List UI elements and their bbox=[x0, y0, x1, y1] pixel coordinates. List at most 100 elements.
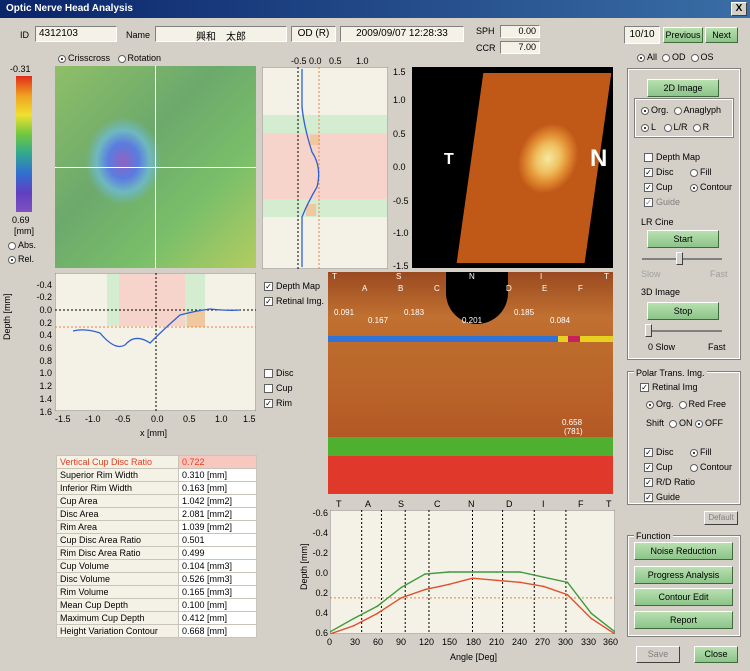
noise-reduction-button[interactable]: Noise Reduction bbox=[634, 542, 733, 560]
depth-map-checkbox[interactable]: ✓ bbox=[264, 282, 273, 292]
series-point bbox=[376, 605, 379, 607]
anaglyph-radio[interactable] bbox=[673, 106, 682, 115]
datetime-field: 2009/09/07 12:28:33 bbox=[340, 26, 464, 42]
3d-fast-label: Fast bbox=[708, 342, 726, 352]
polar-fill-label: Fill bbox=[700, 447, 712, 457]
depth-map-2d-checkbox[interactable] bbox=[644, 153, 653, 163]
series-point bbox=[400, 597, 403, 599]
fill-2d-radio[interactable] bbox=[690, 168, 698, 177]
series-point bbox=[590, 617, 593, 620]
colorbar-top-label: -0.31 bbox=[10, 64, 31, 74]
sph-label: SPH bbox=[476, 26, 495, 36]
measurement-row: Disc Volume 0.526 [mm3] bbox=[56, 572, 257, 586]
guide-2d-checkbox[interactable]: ✓ bbox=[644, 198, 653, 208]
filter-od-radio[interactable] bbox=[662, 53, 671, 62]
polar-chart-xticks: 0 30 60 90 120 150 180 210 240 270 300 3… bbox=[327, 637, 619, 647]
measurement-value: 1.042 [mm2] bbox=[178, 494, 257, 508]
filter-os-radio[interactable] bbox=[690, 53, 699, 62]
rel-radio[interactable] bbox=[8, 255, 16, 264]
series-point bbox=[424, 588, 426, 591]
disc-2d-checkbox[interactable]: ✓ bbox=[644, 168, 653, 178]
measurement-name: Height Variation Contour bbox=[56, 624, 179, 638]
series-point bbox=[352, 617, 355, 620]
polar-chart-xlabel: Angle [Deg] bbox=[450, 652, 498, 662]
window-close-button[interactable]: X bbox=[731, 2, 747, 16]
close-button[interactable]: Close bbox=[694, 646, 738, 663]
polar-right-value: 0.658 bbox=[562, 418, 583, 427]
depth-map-2d-label: Depth Map bbox=[656, 152, 701, 162]
guide-label: Guide bbox=[656, 492, 681, 502]
measurement-name: Superior Rim Width bbox=[56, 468, 179, 482]
filter-row: All OD OS bbox=[637, 52, 714, 62]
default-button[interactable]: Default bbox=[704, 511, 738, 525]
rd-ratio-checkbox[interactable]: ✓ bbox=[644, 478, 653, 488]
optic-disc-3d-image[interactable]: T N bbox=[412, 67, 613, 268]
polar-retinal-checkbox[interactable]: ✓ bbox=[640, 383, 649, 393]
disc-check-label: Disc bbox=[276, 368, 294, 378]
crisscross-radio[interactable] bbox=[58, 54, 66, 63]
polar-ratio-3: 0.183 bbox=[404, 308, 425, 317]
filter-all-label: All bbox=[647, 52, 658, 62]
view-mode-row: Crisscross Rotation bbox=[58, 53, 161, 63]
series-point bbox=[424, 573, 426, 575]
cup-checkbox[interactable] bbox=[264, 384, 273, 394]
shift-on-label: ON bbox=[679, 418, 693, 428]
polar-contour-radio[interactable] bbox=[690, 463, 698, 472]
org-radio[interactable] bbox=[641, 106, 649, 115]
progress-analysis-button[interactable]: Progress Analysis bbox=[634, 566, 733, 584]
l-radio[interactable] bbox=[641, 123, 649, 132]
series-point bbox=[447, 583, 450, 586]
contour-edit-button[interactable]: Contour Edit bbox=[634, 588, 733, 606]
crosshair-horizontal[interactable] bbox=[55, 167, 256, 168]
measurement-name: Rim Disc Area Ratio bbox=[56, 546, 179, 560]
save-button[interactable]: Save bbox=[636, 646, 680, 663]
depth-colorbar bbox=[16, 76, 32, 212]
2d-image-button[interactable]: 2D Image bbox=[647, 79, 719, 97]
r-radio[interactable] bbox=[692, 123, 701, 132]
previous-button[interactable]: Previous bbox=[663, 27, 703, 43]
rotation-radio[interactable] bbox=[117, 54, 126, 63]
series-point bbox=[471, 571, 474, 573]
polar-contour-label: Contour bbox=[700, 462, 733, 472]
cup-2d-checkbox[interactable]: ✓ bbox=[644, 183, 653, 193]
3d-image-label: 3D Image bbox=[641, 287, 681, 297]
measurement-value: 1.039 [mm2] bbox=[178, 520, 257, 534]
shift-on-radio[interactable] bbox=[669, 419, 678, 428]
polar-fill-radio[interactable] bbox=[690, 448, 698, 457]
polar-cup-checkbox[interactable]: ✓ bbox=[644, 463, 653, 473]
measurement-row: Vertical Cup Disc Ratio 0.722 bbox=[56, 455, 257, 469]
polar-transform-image[interactable]: T A S B C N D I E F T 0.091 0.167 0.183 … bbox=[328, 272, 613, 494]
polar-ratio-4: 0.201 bbox=[462, 316, 483, 325]
name-label: Name bbox=[126, 30, 151, 40]
next-button[interactable]: Next bbox=[705, 27, 738, 43]
3d-speed-slider-track[interactable] bbox=[646, 330, 722, 332]
fundus-depth-map[interactable] bbox=[55, 66, 256, 268]
disc-checkbox[interactable] bbox=[264, 369, 273, 379]
report-button[interactable]: Report bbox=[634, 611, 733, 629]
ccr-label: CCR bbox=[476, 43, 496, 53]
rim-checkbox[interactable]: ✓ bbox=[264, 399, 273, 409]
red-free-label: Red Free bbox=[688, 399, 727, 409]
red-free-radio[interactable] bbox=[678, 400, 687, 409]
start-button[interactable]: Start bbox=[647, 230, 719, 248]
measurement-row: Height Variation Contour 0.668 [mm] bbox=[56, 624, 257, 638]
lr-cine-label: LR Cine bbox=[641, 217, 674, 227]
ccr-field: 7.00 bbox=[500, 41, 540, 54]
filter-all-radio[interactable] bbox=[637, 53, 645, 62]
sph-field: 0.00 bbox=[500, 25, 540, 38]
contour-2d-radio[interactable] bbox=[690, 183, 698, 192]
polar-disc-checkbox[interactable]: ✓ bbox=[644, 448, 653, 458]
measurement-row: Cup Volume 0.104 [mm3] bbox=[56, 559, 257, 573]
polar-org-radio[interactable] bbox=[646, 400, 654, 409]
lr-radio[interactable] bbox=[663, 123, 672, 132]
measurement-name: Rim Volume bbox=[56, 585, 179, 599]
stop-button[interactable]: Stop bbox=[647, 302, 719, 320]
guide-checkbox[interactable]: ✓ bbox=[644, 493, 653, 503]
crisscross-label: Crisscross bbox=[68, 53, 110, 63]
retinal-img-checkbox[interactable]: ✓ bbox=[264, 297, 273, 307]
lr-cine-slider-thumb[interactable] bbox=[676, 252, 683, 265]
3d-speed-slider-thumb[interactable] bbox=[645, 324, 652, 337]
shift-off-radio[interactable] bbox=[695, 419, 704, 428]
abs-radio[interactable] bbox=[8, 241, 16, 250]
polar-retinal-label: Retinal Img bbox=[652, 382, 698, 392]
